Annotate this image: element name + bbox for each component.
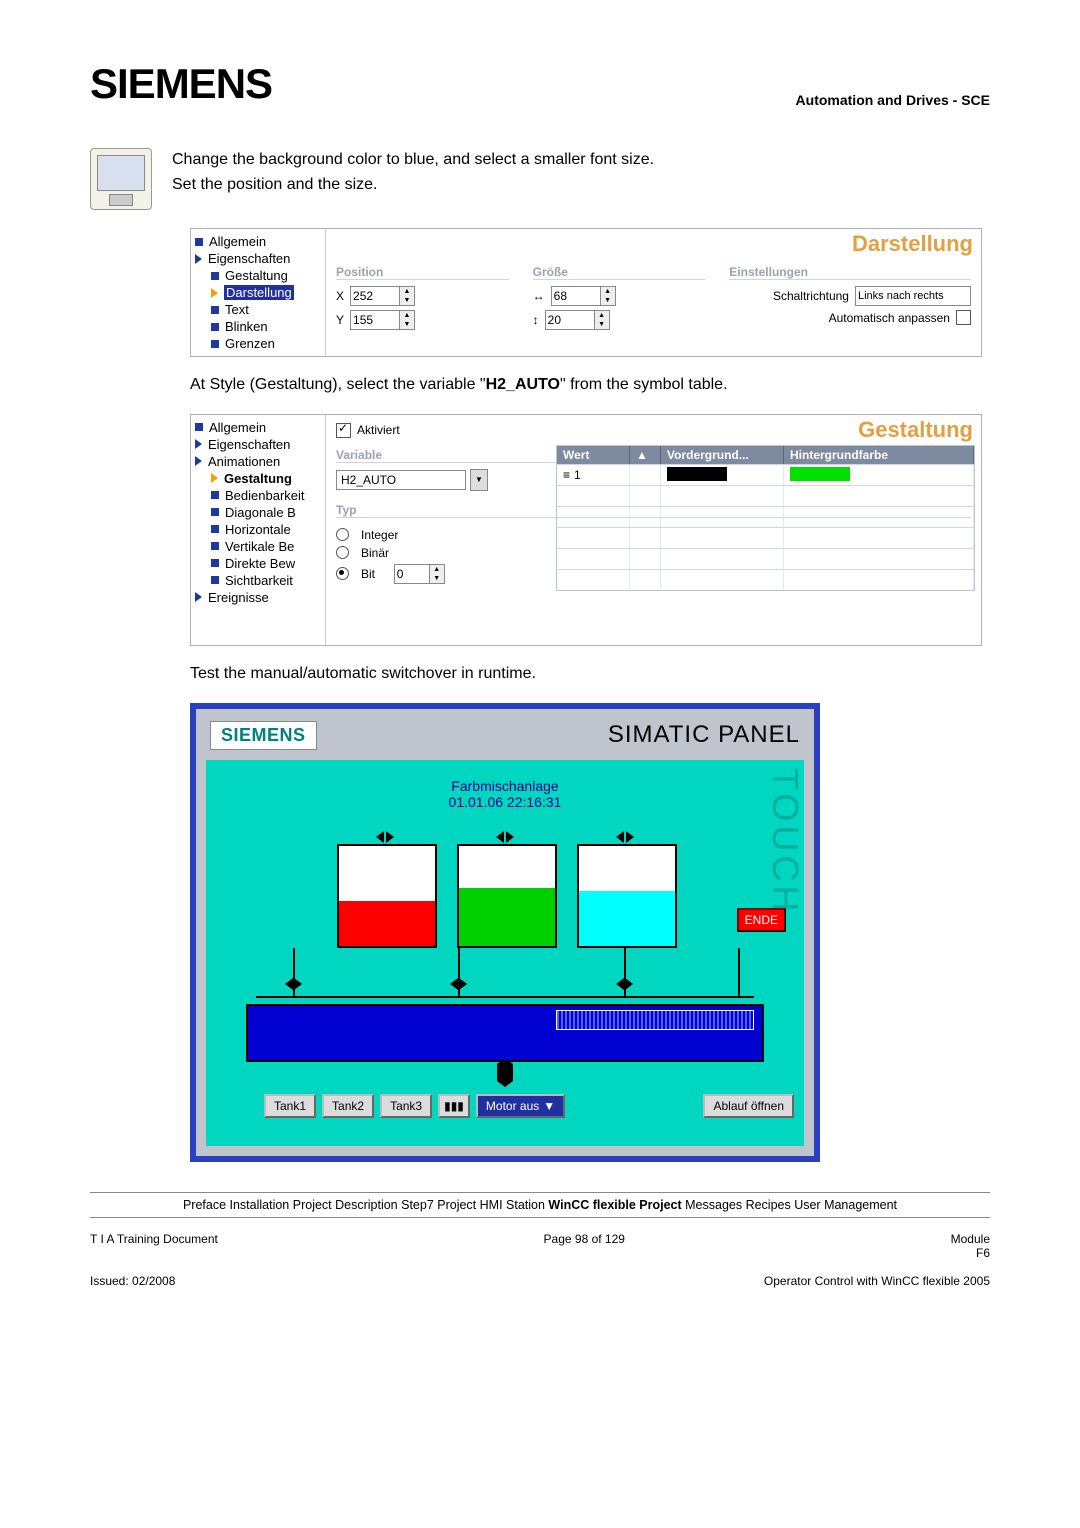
- hmi-screen: TOUCH Farbmischanlage 01.01.06 22:16:31 …: [206, 760, 804, 1146]
- header-right: Automation and Drives - SCE: [796, 92, 990, 108]
- siemens-logo: SIEMENS: [90, 60, 272, 108]
- width-spinner[interactable]: ▲▼: [551, 286, 616, 306]
- sort-icon[interactable]: ▲: [630, 446, 661, 464]
- tree-item[interactable]: Allgemein: [193, 419, 323, 436]
- bit-spinner[interactable]: ▲▼: [394, 564, 445, 584]
- tree-item[interactable]: Diagonale B: [193, 504, 323, 521]
- panel-title: Darstellung: [852, 231, 973, 257]
- monitor-icon: [90, 148, 152, 210]
- auto-anpassen-label: Automatisch anpassen: [829, 311, 950, 325]
- tree-item[interactable]: Eigenschaften: [193, 436, 323, 453]
- col-wert[interactable]: Wert: [557, 446, 630, 464]
- hmi-datetime: 01.01.06 22:16:31: [216, 794, 794, 810]
- text-line: Set the position and the size.: [172, 176, 377, 193]
- wert-table: Wert ▲ Vordergrund... Hintergrundfarbe ≡…: [556, 445, 975, 591]
- paragraph: At Style (Gestaltung), select the variab…: [190, 373, 990, 398]
- color-chip-green[interactable]: [790, 467, 850, 481]
- tree-item[interactable]: Vertikale Be: [193, 538, 323, 555]
- motor-indicator: ▮▮▮: [438, 1094, 470, 1118]
- gestaltung-panel: Allgemein Eigenschaften Animationen Gest…: [190, 414, 982, 646]
- aktiviert-label: Aktiviert: [357, 423, 400, 437]
- property-tree: Allgemein Eigenschaften Gestaltung Darst…: [191, 229, 326, 356]
- height-icon: ↕: [533, 313, 539, 327]
- simatic-title: SIMATIC PANEL: [608, 721, 800, 749]
- table-row[interactable]: ≡1: [557, 464, 974, 485]
- tank2-button[interactable]: Tank2: [322, 1094, 374, 1118]
- height-spinner[interactable]: ▲▼: [545, 310, 610, 330]
- ende-button[interactable]: ENDE: [737, 908, 786, 932]
- tree-item[interactable]: Text: [193, 301, 323, 318]
- tree-item[interactable]: Grenzen: [193, 335, 323, 352]
- schaltrichtung-label: Schaltrichtung: [773, 289, 849, 303]
- hmi-title: Farbmischanlage: [216, 778, 794, 794]
- breadcrumb-bar: Preface Installation Project Description…: [90, 1192, 990, 1218]
- darstellung-panel: Allgemein Eigenschaften Gestaltung Darst…: [190, 228, 982, 357]
- text-line: Change the background color to blue, and…: [172, 151, 654, 168]
- tree-item[interactable]: Direkte Bew: [193, 555, 323, 572]
- outlet-valve-icon: [216, 1064, 794, 1082]
- tank3-button[interactable]: Tank3: [380, 1094, 432, 1118]
- simatic-panel: SIEMENS SIMATIC PANEL TOUCH Farbmischanl…: [190, 703, 820, 1162]
- property-tree: Allgemein Eigenschaften Animationen Gest…: [191, 415, 326, 645]
- tree-item-selected[interactable]: Gestaltung: [193, 470, 323, 487]
- width-icon: ↔: [533, 289, 545, 303]
- tree-item[interactable]: Blinken: [193, 318, 323, 335]
- motor-dropdown[interactable]: Motor aus▼: [476, 1094, 565, 1118]
- tank-3: [577, 844, 677, 948]
- tree-item[interactable]: Eigenschaften: [193, 250, 323, 267]
- variable-field[interactable]: [336, 470, 466, 490]
- ablauf-button[interactable]: Ablauf öffnen: [703, 1094, 794, 1118]
- footer-row-1: T I A Training Document Page 98 of 129 M…: [90, 1232, 990, 1260]
- row-icon: ≡: [563, 468, 570, 482]
- pipe-diagram: [246, 948, 764, 998]
- mix-tank: [246, 1004, 764, 1062]
- tree-item[interactable]: Bedienbarkeit: [193, 487, 323, 504]
- group-header: Einstellungen: [729, 265, 971, 280]
- simatic-brand: SIEMENS: [210, 721, 317, 750]
- panel-title: Gestaltung: [858, 417, 973, 443]
- col-vordergrund[interactable]: Vordergrund...: [661, 446, 784, 464]
- label-y: Y: [336, 313, 344, 327]
- tank-1: [337, 844, 437, 948]
- tank1-button[interactable]: Tank1: [264, 1094, 316, 1118]
- schaltrichtung-field[interactable]: [855, 286, 971, 306]
- touch-label: TOUCH: [764, 768, 806, 915]
- group-header: Position: [336, 265, 509, 280]
- dropdown-button[interactable]: ▼: [470, 469, 488, 491]
- intro-paragraph: Change the background color to blue, and…: [172, 148, 654, 210]
- tree-item[interactable]: Gestaltung: [193, 267, 323, 284]
- tree-item[interactable]: Sichtbarkeit: [193, 572, 323, 589]
- label-x: X: [336, 289, 344, 303]
- tree-item-selected[interactable]: Darstellung: [193, 284, 323, 301]
- tree-item[interactable]: Ereignisse: [193, 589, 323, 606]
- tree-item[interactable]: Horizontale: [193, 521, 323, 538]
- group-header: Größe: [533, 265, 706, 280]
- color-chip-black[interactable]: [667, 467, 727, 481]
- tree-item[interactable]: Allgemein: [193, 233, 323, 250]
- aktiviert-checkbox[interactable]: ✓: [336, 423, 351, 438]
- auto-anpassen-checkbox[interactable]: [956, 310, 971, 325]
- col-hintergrund[interactable]: Hintergrundfarbe: [784, 446, 974, 464]
- paragraph: Test the manual/automatic switchover in …: [190, 662, 990, 687]
- tree-item[interactable]: Animationen: [193, 453, 323, 470]
- footer-row-2: Issued: 02/2008 Operator Control with Wi…: [90, 1274, 990, 1288]
- pos-y-spinner[interactable]: ▲▼: [350, 310, 415, 330]
- tank-2: [457, 844, 557, 948]
- pos-x-spinner[interactable]: ▲▼: [350, 286, 415, 306]
